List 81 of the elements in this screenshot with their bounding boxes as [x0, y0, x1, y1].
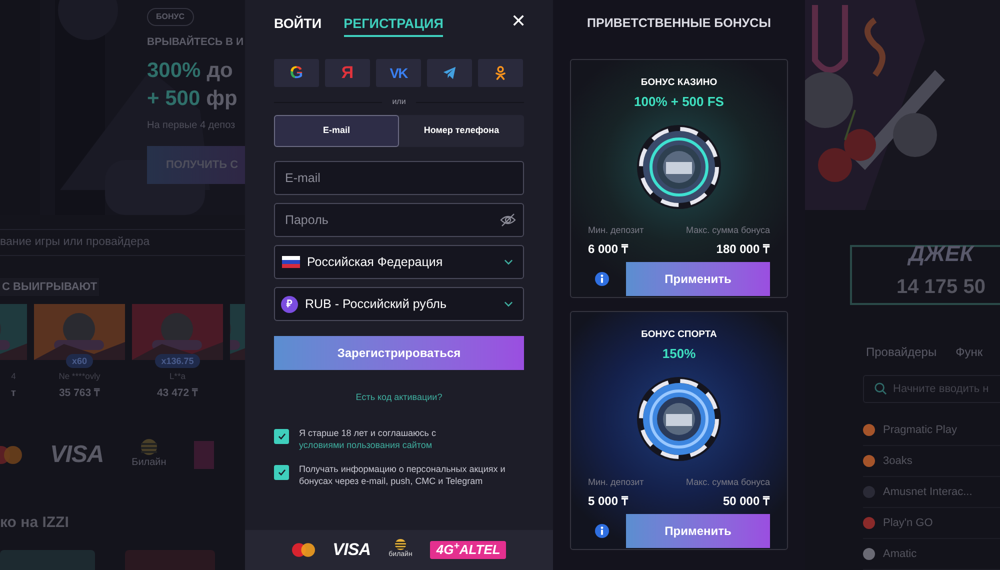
filter-tab[interactable]: Провайдеры	[866, 342, 937, 361]
striped-ball-icon	[140, 439, 157, 455]
info-icon[interactable]	[595, 524, 609, 538]
section-title: С ВЫИГРЫВАЮТ	[0, 278, 100, 296]
chevron-down-icon	[504, 301, 513, 307]
card-logo-icon	[292, 543, 315, 557]
eye-slash-icon[interactable]	[500, 213, 516, 227]
auth-tab[interactable]: ВОЙТИ	[274, 14, 322, 37]
visa-logo: VISA	[332, 539, 371, 562]
provider-item[interactable]: Pragmatic Play	[863, 415, 1000, 446]
search-field[interactable]: вание игры или провайдера	[0, 229, 245, 256]
card-logo-icon	[0, 446, 22, 464]
provider-item[interactable]: 3oaks	[863, 446, 1000, 477]
country-field[interactable]: Российская Федерация	[274, 245, 524, 279]
banner-headline: ВРЫВАЙТЕСЬ В И	[147, 35, 244, 50]
social-login-button[interactable]	[478, 59, 523, 87]
bonus-label: БОНУС КАЗИНО	[640, 76, 718, 90]
altel-logo: 4G$^{+}$ALTEL	[430, 541, 506, 559]
social-login-button[interactable]	[427, 59, 472, 87]
min-deposit-value: 5 000 ₸	[588, 493, 628, 510]
social-login-button[interactable]: G	[274, 59, 319, 87]
filter-tab[interactable]: Функ	[956, 342, 983, 361]
method-tab[interactable]: E-mail	[274, 115, 399, 147]
social-login-button[interactable]: Я	[325, 59, 370, 87]
max-bonus-value: 180 000 ₸	[716, 241, 770, 258]
max-bonus-value: 50 000 ₸	[722, 493, 770, 510]
bonus-amount-text: фр	[206, 86, 238, 112]
figure-icon	[494, 65, 507, 81]
currency-icon: ₽	[281, 296, 298, 312]
password-field[interactable]: Пароль	[274, 203, 524, 237]
social-login-button[interactable]: VK	[376, 59, 421, 87]
provider-item[interactable]: Amusnet Interac...	[863, 477, 1000, 508]
close-button[interactable]: ✕	[511, 12, 526, 30]
payment-logo-tile	[194, 440, 214, 468]
flag-icon	[282, 256, 300, 268]
max-bonus-label: Макс. сумма бонуса	[686, 476, 770, 489]
striped-ball-icon	[395, 539, 406, 550]
email-field[interactable]: E-mail	[274, 161, 524, 195]
max-bonus-label: Макс. сумма бонуса	[686, 224, 770, 237]
section-title: ко на IZZI	[0, 512, 70, 532]
currency-field[interactable]: ₽ RUB - Российский рубль	[274, 287, 524, 321]
chevron-down-icon	[504, 259, 513, 265]
win-amount: 43 472 ₸	[156, 386, 198, 401]
jackpot-amount: 14 175 50	[896, 275, 986, 300]
paper-plane-icon	[442, 66, 457, 80]
min-deposit-value: 6 000 ₸	[588, 241, 628, 258]
beeline-logo: Билайн	[132, 456, 166, 470]
checkbox[interactable]	[274, 428, 289, 444]
visa-logo: VISA	[50, 440, 104, 470]
check-icon	[278, 468, 286, 476]
bonus-value: 150%	[662, 345, 696, 364]
terms-link[interactable]: условиями пользования сайтом	[299, 440, 432, 450]
consent-text: Получать информацию о персональных акциях и бонусах через e-mail, push, СМС и Telegram	[299, 462, 506, 486]
bonus-amount: 300%	[147, 58, 201, 84]
win-amount: 35 763 ₸	[58, 386, 100, 401]
method-tab[interactable]: Номер телефона	[399, 115, 524, 147]
panel-title: ПРИВЕТСТВЕННЫЕ БОНУСЫ	[586, 15, 772, 32]
bonus-value: 100% + 500 FS	[634, 93, 724, 112]
apply-button[interactable]: Применить	[626, 514, 770, 548]
activation-code-link[interactable]: Есть код активации?	[356, 391, 442, 404]
multiplier-badge: x60	[66, 354, 94, 368]
checkbox[interactable]	[274, 464, 289, 480]
bonus-badge: БОНУС	[147, 8, 194, 26]
multiplier-badge: x136.75	[155, 354, 200, 368]
search-icon	[874, 382, 887, 396]
bonus-amount-text: до	[206, 58, 233, 84]
check-icon	[278, 432, 286, 440]
provider-item[interactable]: Amatic	[863, 539, 1000, 570]
win-amount: т	[10, 386, 16, 401]
divider-text: или	[392, 96, 406, 108]
bonus-label: БОНУС СПОРТА	[641, 328, 717, 342]
info-icon[interactable]	[595, 272, 609, 286]
register-button[interactable]: Зарегистрироваться	[274, 336, 524, 370]
min-deposit-label: Мин. депозит	[588, 476, 644, 489]
auth-tab[interactable]: РЕГИСТРАЦИЯ	[344, 14, 444, 37]
min-deposit-label: Мин. депозит	[588, 224, 644, 237]
apply-button[interactable]: Применить	[626, 262, 770, 296]
jackpot-title: ДЖЕК	[908, 240, 974, 268]
provider-item[interactable]: Play'n GO	[863, 508, 1000, 539]
bonus-amount: + 500	[147, 86, 200, 112]
consent-text: Я старше 18 лет и соглашаюсь с условиями пользования сайтом	[299, 426, 437, 450]
